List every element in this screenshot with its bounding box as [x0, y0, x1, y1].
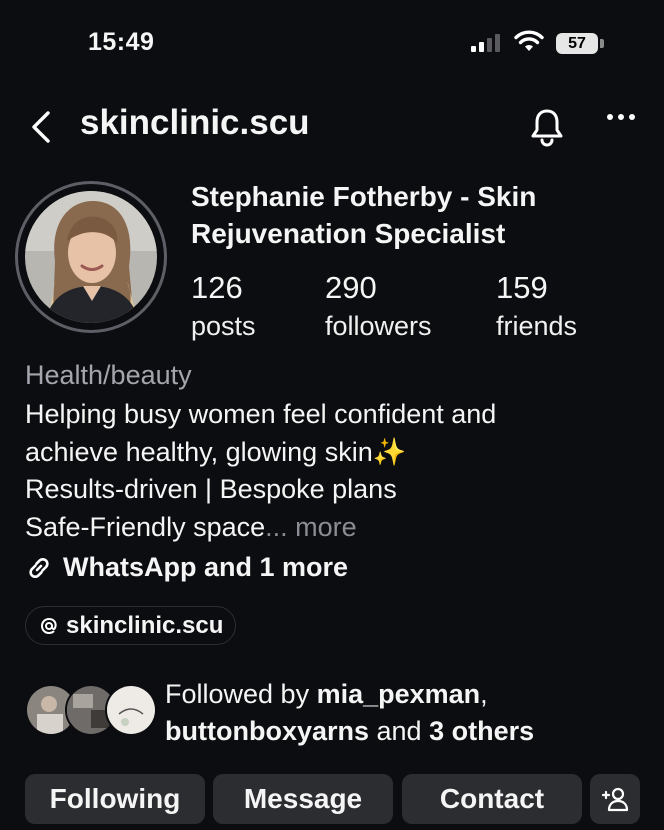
- posts-label[interactable]: posts: [191, 311, 256, 342]
- threads-badge[interactable]: skinclinic.scu: [25, 606, 237, 645]
- cellular-signal-icon: [471, 34, 500, 52]
- bell-icon[interactable]: [528, 107, 566, 147]
- followed-by-prefix: Followed by: [165, 679, 317, 709]
- bio-line: achieve healthy, glowing skin✨: [25, 436, 407, 467]
- comma: ,: [480, 679, 488, 709]
- others-link[interactable]: 3 others: [429, 716, 534, 746]
- battery-indicator: 57: [556, 33, 598, 54]
- friends-label[interactable]: friends: [496, 311, 577, 342]
- followers-label[interactable]: followers: [325, 311, 432, 342]
- link-icon: [29, 557, 49, 578]
- threads-icon: [40, 617, 57, 634]
- mutual-followers-avatars[interactable]: [25, 684, 157, 736]
- contact-button[interactable]: Contact: [402, 774, 582, 824]
- back-icon[interactable]: [28, 110, 54, 144]
- mutual-follower-link[interactable]: buttonboxyarns: [165, 716, 369, 746]
- mutual-follower-link[interactable]: mia_pexman: [317, 679, 481, 709]
- mutual-avatar: [105, 684, 157, 736]
- display-name: Stephanie Fotherby - Skin Rejuvenation S…: [191, 181, 537, 249]
- bio-line: Safe-Friendly space... more: [25, 509, 645, 547]
- message-button[interactable]: Message: [213, 774, 393, 824]
- profile-username-title: skinclinic.scu: [80, 103, 310, 142]
- bio-more-link[interactable]: ... more: [265, 512, 357, 542]
- threads-handle: skinclinic.scu: [66, 611, 224, 639]
- posts-count[interactable]: 126: [191, 270, 243, 306]
- bio: Helping busy women feel confident and ac…: [25, 396, 645, 546]
- bio-line: Results-driven | Bespoke plans: [25, 474, 397, 504]
- bio-line-text: Safe-Friendly space: [25, 511, 266, 542]
- status-time: 15:49: [88, 28, 155, 56]
- add-person-icon: [601, 787, 629, 812]
- avatar[interactable]: [25, 191, 157, 323]
- followed-by-text[interactable]: Followed by mia_pexman, buttonboxyarns a…: [165, 676, 635, 750]
- add-friend-button[interactable]: [590, 774, 640, 824]
- more-icon[interactable]: [606, 112, 636, 122]
- profile-links[interactable]: WhatsApp and 1 more: [25, 552, 348, 583]
- links-label: WhatsApp and 1 more: [63, 552, 349, 582]
- friends-count[interactable]: 159: [496, 270, 548, 306]
- battery-tip: [600, 39, 604, 48]
- wifi-icon: [514, 30, 544, 51]
- followers-count[interactable]: 290: [325, 270, 377, 306]
- following-button[interactable]: Following: [25, 774, 205, 824]
- bio-line: Helping busy women feel confident and: [25, 399, 497, 429]
- and-text: and: [369, 716, 430, 746]
- profile-category: Health/beauty: [25, 360, 192, 390]
